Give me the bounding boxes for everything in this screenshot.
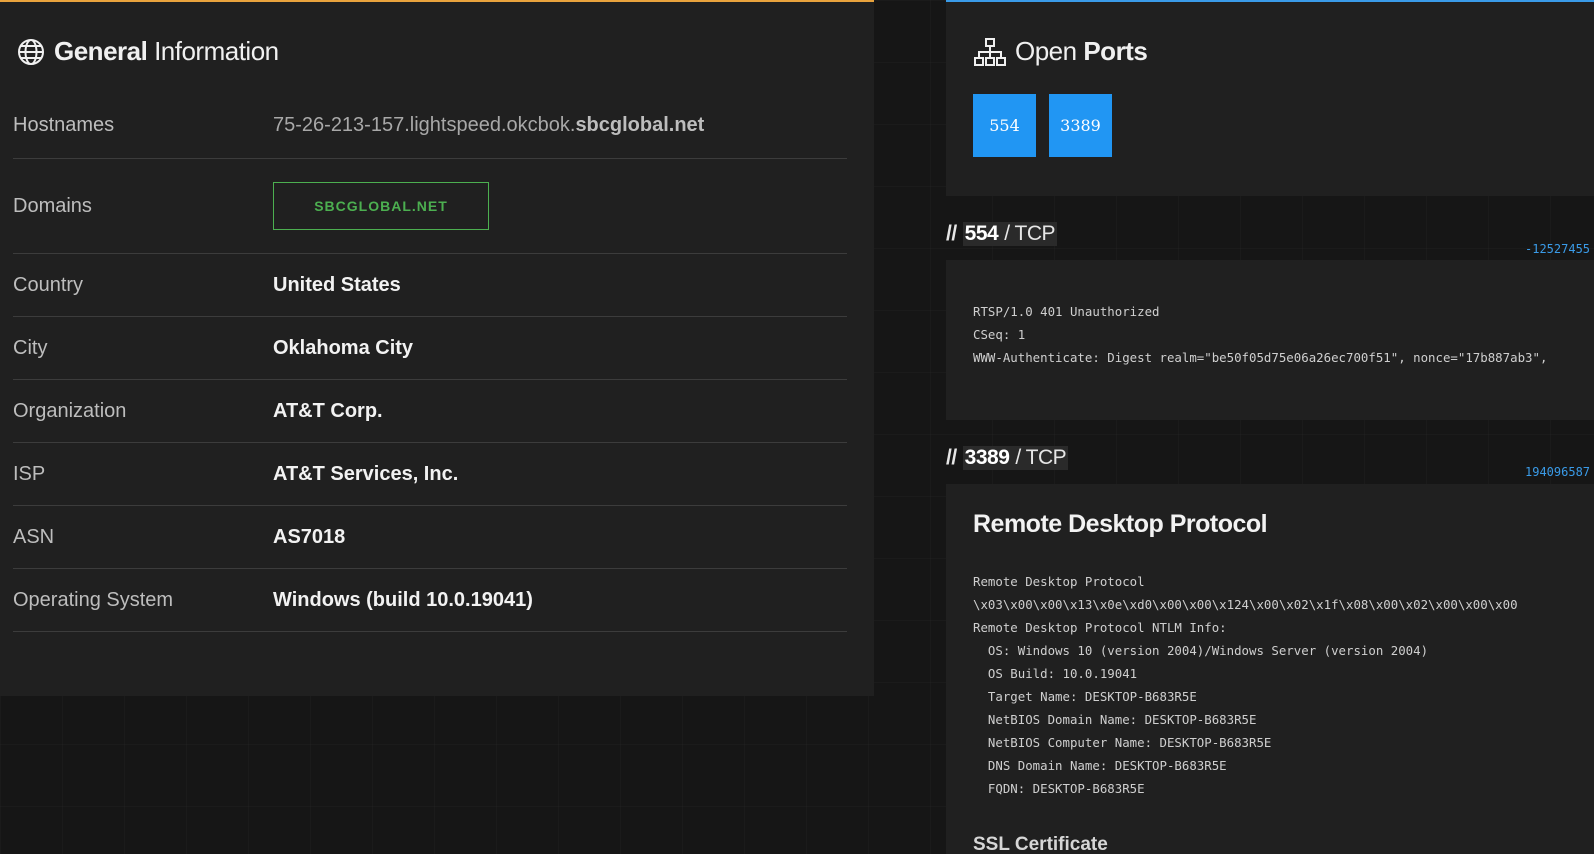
service-title: Remote Desktop Protocol bbox=[973, 510, 1268, 538]
info-table: Hostnames 75-26-213-157.lightspeed.okcbo… bbox=[13, 92, 847, 632]
info-value: AT&T Corp. bbox=[273, 399, 383, 422]
service-body-554: RTSP/1.0 401 Unauthorized CSeq: 1 WWW-Au… bbox=[946, 260, 1594, 420]
hostname-prefix: 75-26-213-157.lightspeed.okcbok. bbox=[273, 113, 576, 136]
general-information-title: General Information bbox=[16, 36, 279, 67]
service-header-3389: // 3389/ TCP bbox=[946, 446, 1069, 470]
info-label: ISP bbox=[13, 462, 46, 485]
title-strong: Ports bbox=[1083, 36, 1148, 66]
service-hash-3389[interactable]: 194096587 bbox=[1525, 465, 1590, 479]
info-label: Domains bbox=[13, 194, 92, 217]
info-row-city: City Oklahoma City bbox=[13, 317, 847, 380]
header-slashes: // bbox=[946, 222, 957, 245]
info-label: City bbox=[13, 336, 48, 359]
header-port-block: 3389/ TCP bbox=[962, 446, 1069, 470]
sitemap-icon bbox=[973, 37, 1007, 67]
service-protocol: / TCP bbox=[1004, 222, 1056, 245]
info-label: Country bbox=[13, 273, 84, 296]
service-hash-554[interactable]: -12527455 bbox=[1525, 242, 1590, 256]
info-value: Windows (build 10.0.19041) bbox=[273, 588, 533, 611]
info-row-organization: Organization AT&T Corp. bbox=[13, 380, 847, 443]
info-value: United States bbox=[273, 273, 401, 296]
hostname-value[interactable]: 75-26-213-157.lightspeed.okcbok.sbcgloba… bbox=[273, 114, 704, 137]
info-row-isp: ISP AT&T Services, Inc. bbox=[13, 443, 847, 506]
info-row-operating-system: Operating System Windows (build 10.0.190… bbox=[13, 569, 847, 632]
domain-tag-button[interactable]: SBCGLOBAL.NET bbox=[273, 182, 489, 230]
header-slashes: // bbox=[946, 446, 957, 469]
service-protocol: / TCP bbox=[1015, 446, 1067, 469]
ssl-certificate-heading: SSL Certificate bbox=[973, 834, 1108, 854]
service-banner: Remote Desktop Protocol \x03\x00\x00\x13… bbox=[973, 574, 1518, 796]
service-banner: RTSP/1.0 401 Unauthorized CSeq: 1 WWW-Au… bbox=[973, 304, 1548, 365]
service-port: 554 bbox=[964, 222, 999, 245]
info-row-asn: ASN AS7018 bbox=[13, 506, 847, 569]
service-port: 3389 bbox=[964, 446, 1010, 469]
title-light: Information bbox=[154, 36, 279, 66]
info-label: Hostnames bbox=[13, 113, 115, 136]
info-label: Operating System bbox=[13, 588, 174, 611]
open-ports-panel: Open Ports 554 3389 bbox=[946, 0, 1594, 196]
info-value: AT&T Services, Inc. bbox=[273, 462, 459, 485]
title-strong: General bbox=[54, 36, 148, 66]
info-row-hostnames: Hostnames 75-26-213-157.lightspeed.okcbo… bbox=[13, 92, 847, 159]
service-body-3389: Remote Desktop Protocol Remote Desktop P… bbox=[946, 484, 1594, 854]
general-information-panel: General Information Hostnames 75-26-213-… bbox=[0, 0, 874, 696]
service-header-554: // 554/ TCP bbox=[946, 222, 1058, 246]
port-list: 554 3389 bbox=[973, 94, 1112, 157]
info-label: Organization bbox=[13, 399, 127, 422]
info-row-domains: Domains SBCGLOBAL.NET bbox=[13, 159, 847, 254]
port-chip-554[interactable]: 554 bbox=[973, 94, 1036, 157]
info-value: AS7018 bbox=[273, 525, 346, 548]
hostname-domain: sbcglobal.net bbox=[575, 113, 705, 136]
port-chip-3389[interactable]: 3389 bbox=[1049, 94, 1112, 157]
open-ports-title: Open Ports bbox=[973, 36, 1148, 67]
info-row-country: Country United States bbox=[13, 254, 847, 317]
info-label: ASN bbox=[13, 525, 55, 548]
title-light: Open bbox=[1015, 36, 1077, 66]
globe-icon bbox=[16, 37, 46, 67]
header-port-block: 554/ TCP bbox=[962, 222, 1058, 246]
info-value: Oklahoma City bbox=[273, 336, 414, 359]
